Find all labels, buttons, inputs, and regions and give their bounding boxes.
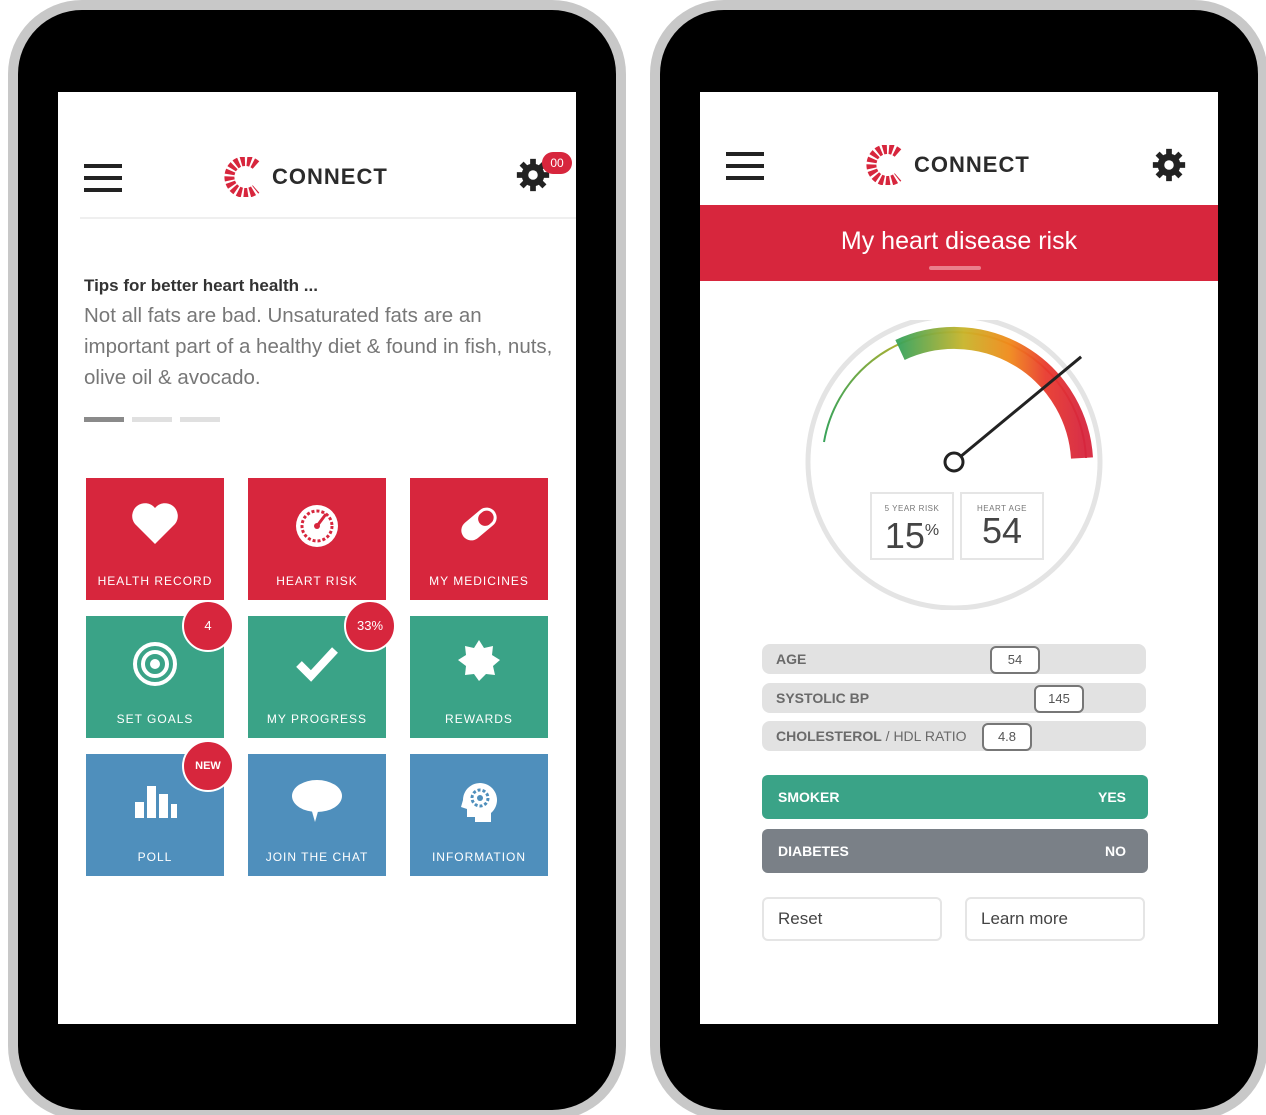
- speech-bubble-icon: [292, 780, 342, 822]
- progress-percent-badge: 33%: [344, 600, 396, 652]
- connect-logo-icon: [866, 145, 902, 185]
- carousel-dot[interactable]: [180, 417, 220, 422]
- tile-label: MY PROGRESS: [266, 712, 368, 726]
- carousel-dot[interactable]: [84, 417, 124, 422]
- tile-my-medicines[interactable]: MY MEDICINES: [410, 478, 548, 600]
- tile-heart-risk[interactable]: HEART RISK: [248, 478, 386, 600]
- head-gear-icon: [461, 783, 497, 822]
- tips-title: Tips for better heart health ...: [84, 276, 318, 295]
- factor-row-age: AGE 54: [762, 644, 1146, 674]
- tile-health-record[interactable]: HEALTH RECORD: [86, 478, 224, 600]
- learn-more-button[interactable]: Learn more: [965, 897, 1145, 941]
- factor-row-systolic-bp: SYSTOLIC BP 145: [762, 683, 1146, 713]
- heart-age-value: 54: [981, 510, 1023, 551]
- five-year-risk-unit: %: [924, 522, 940, 539]
- new-badge: NEW: [182, 740, 234, 792]
- tile-label: JOIN THE CHAT: [265, 850, 369, 864]
- factor-row-cholesterol: CHOLESTEROL / HDL RATIO 4.8: [762, 721, 1146, 751]
- app-logo: CONNECT: [866, 145, 1030, 185]
- tile-label: HEALTH RECORD: [97, 574, 213, 588]
- toggle-label: DIABETES: [778, 843, 849, 859]
- tile-join-the-chat[interactable]: JOIN THE CHAT: [248, 754, 386, 876]
- cholesterol-ratio-value-field[interactable]: 4.8: [982, 723, 1032, 751]
- tile-label: INFORMATION: [431, 850, 527, 864]
- smoker-toggle[interactable]: SMOKER YES: [762, 775, 1148, 819]
- five-year-risk-box: 5 YEAR RISK 15%: [870, 492, 954, 560]
- carousel-dot[interactable]: [132, 417, 172, 422]
- tile-label: SET GOALS: [116, 712, 194, 726]
- factor-label: CHOLESTEROL: [776, 728, 882, 744]
- rosette-icon: [458, 640, 500, 681]
- pill-icon: [461, 507, 497, 541]
- factor-label: AGE: [776, 651, 807, 667]
- menu-icon[interactable]: [726, 152, 764, 180]
- screen-dashboard: CONNECT 00 Tips for better heart health …: [58, 92, 576, 1024]
- header-divider: [80, 217, 576, 219]
- checkmark-icon: [296, 647, 338, 682]
- heart-age-box: HEART AGE 54: [960, 492, 1044, 560]
- app-name: CONNECT: [272, 164, 388, 189]
- phone-frame-left: CONNECT 00 Tips for better heart health …: [18, 10, 616, 1110]
- tile-label: REWARDS: [445, 712, 513, 726]
- app-logo: CONNECT: [224, 157, 388, 197]
- diabetes-toggle[interactable]: DIABETES NO: [762, 829, 1148, 873]
- tile-label: MY MEDICINES: [429, 574, 529, 588]
- age-value-field[interactable]: 54: [990, 646, 1040, 674]
- toggle-value: YES: [1097, 789, 1126, 805]
- reset-button[interactable]: Reset: [762, 897, 942, 941]
- speedometer-icon: [296, 505, 338, 547]
- screen-heart-risk: CONNECT My heart disease risk 5 YEAR RIS…: [700, 92, 1218, 1024]
- tile-label: POLL: [137, 850, 173, 864]
- heart-icon: [132, 503, 178, 544]
- app-name: CONNECT: [914, 152, 1030, 177]
- app-header: CONNECT: [700, 92, 1218, 218]
- app-header: CONNECT 00: [58, 92, 576, 219]
- notification-badge: 00: [542, 152, 572, 174]
- five-year-risk-value: 15: [884, 515, 925, 556]
- factor-label: SYSTOLIC BP: [776, 690, 870, 706]
- goals-count-badge: 4: [182, 600, 234, 652]
- tips-body: Not all fats are bad. Unsaturated fats a…: [84, 304, 553, 389]
- systolic-bp-value-field[interactable]: 145: [1034, 685, 1084, 713]
- target-icon: [133, 642, 177, 686]
- tile-label: HEART RISK: [276, 574, 358, 588]
- phone-frame-right: CONNECT My heart disease risk 5 YEAR RIS…: [660, 10, 1258, 1110]
- tile-rewards[interactable]: REWARDS: [410, 616, 548, 738]
- five-year-risk-label: 5 YEAR RISK: [884, 504, 940, 513]
- gauge-dial: [805, 313, 1103, 611]
- connect-logo-icon: [224, 157, 260, 197]
- factor-label-suffix: / HDL RATIO: [881, 728, 967, 744]
- toggle-value: NO: [1105, 843, 1126, 859]
- tile-information[interactable]: INFORMATION: [410, 754, 548, 876]
- banner-drag-handle[interactable]: [929, 266, 981, 270]
- menu-icon[interactable]: [84, 164, 122, 192]
- carousel-indicator[interactable]: [84, 417, 220, 422]
- risk-gauge: 5 YEAR RISK 15% HEART AGE 54: [800, 313, 1110, 611]
- bar-chart-icon: [135, 786, 177, 818]
- gear-icon[interactable]: [1150, 146, 1188, 184]
- toggle-label: SMOKER: [778, 789, 840, 805]
